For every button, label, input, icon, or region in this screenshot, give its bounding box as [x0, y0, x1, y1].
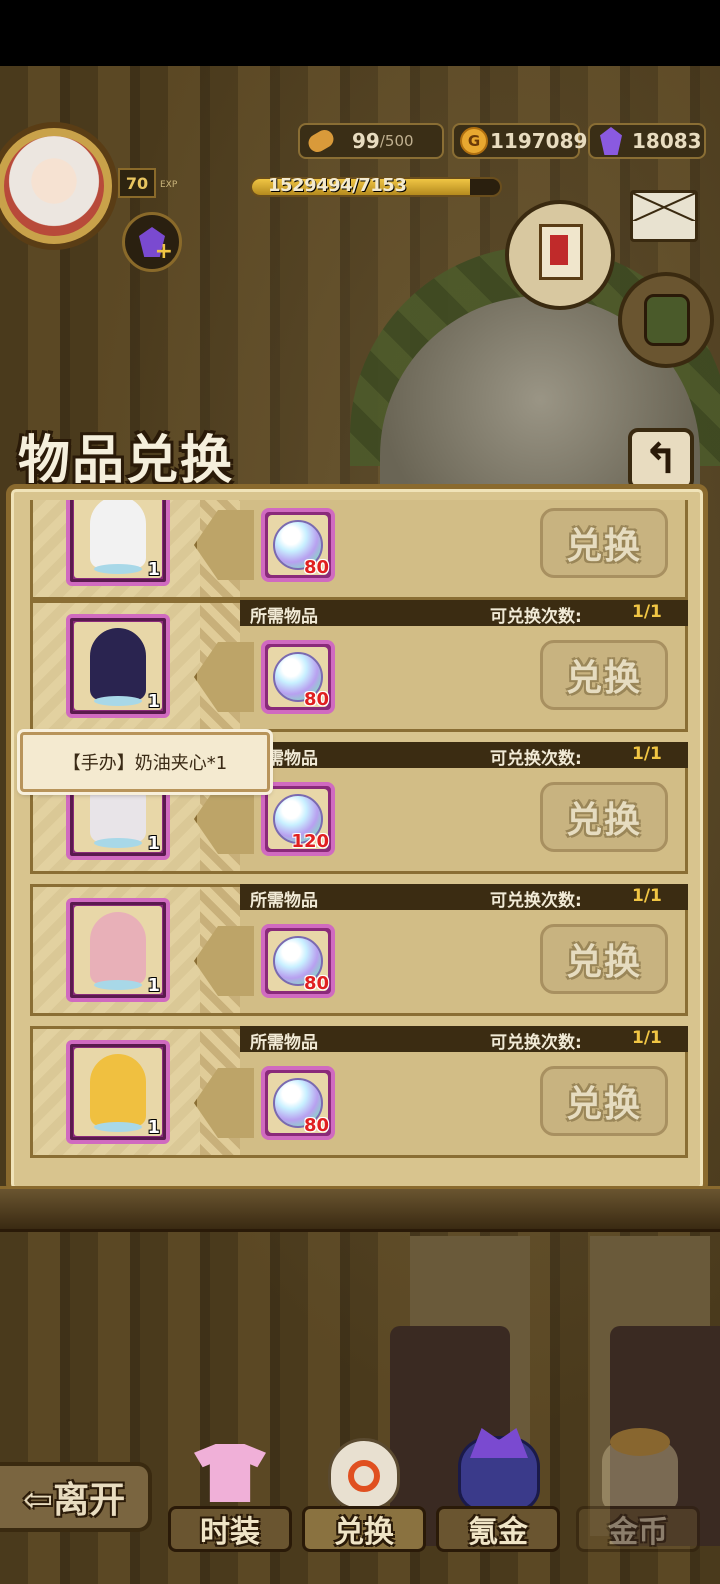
gold-value: 1197089 [490, 129, 588, 153]
bread-icon [305, 126, 337, 156]
exchange-list[interactable]: 1 80 兑换 所需物品 可兑换次数: 1/1 1 80 兑换 所需物品 可兑换… [28, 500, 692, 1166]
figure-icon [90, 1054, 146, 1126]
coin-jar-icon [588, 1420, 688, 1520]
reward-item-slot[interactable]: 1 [66, 898, 170, 1002]
exchange-count: 1/1 [632, 886, 662, 906]
gem-bag-icon [448, 1420, 548, 1520]
stamina-max: /500 [379, 132, 414, 150]
figure-icon [90, 628, 146, 700]
cost-item-slot[interactable]: 80 [261, 1066, 335, 1140]
reward-quantity: 1 [147, 1117, 160, 1138]
buy-gems-button[interactable]: + [122, 212, 182, 272]
mail-icon[interactable] [630, 190, 698, 242]
reward-quantity: 1 [147, 559, 160, 580]
required-items-label: 所需物品 [250, 1033, 318, 1053]
exp-label: EXP [160, 180, 178, 190]
reward-item-slot[interactable]: 1 [66, 614, 170, 718]
nav-exchange-label: 兑换 [302, 1506, 426, 1552]
required-items-label: 所需物品 [250, 607, 318, 627]
nav-fashion[interactable]: 时装 [162, 1420, 298, 1580]
cost-amount: 80 [303, 557, 329, 578]
cost-amount: 120 [291, 831, 329, 852]
nav-gold[interactable]: 金币 [570, 1420, 706, 1580]
cost-item-slot[interactable]: 120 [261, 782, 335, 856]
back-arrow-icon: ↰ [643, 434, 679, 483]
exchange-button[interactable]: 兑换 [540, 640, 668, 710]
cost-amount: 80 [303, 689, 329, 710]
nav-exchange[interactable]: 兑换 [296, 1420, 432, 1580]
exchange-count: 1/1 [632, 744, 662, 764]
exchange-bag-icon [314, 1420, 414, 1520]
plus-icon: + [154, 239, 173, 264]
cost-amount: 80 [303, 1115, 329, 1136]
stamina-value: 99 [352, 129, 380, 153]
status-bar-blank [0, 0, 720, 66]
figure-icon [90, 912, 146, 984]
exchange-button[interactable]: 兑换 [540, 508, 668, 578]
backpack-button[interactable] [618, 272, 714, 368]
exchange-button[interactable]: 兑换 [540, 924, 668, 994]
nav-gold-label: 金币 [576, 1506, 700, 1552]
reward-item-slot[interactable]: 1 [66, 500, 170, 586]
backpack-icon [644, 294, 690, 346]
leave-button[interactable]: ⇦离开 [0, 1462, 152, 1532]
scroll-icon [539, 224, 583, 280]
level-badge: 70 [118, 168, 156, 198]
exchange-row: 所需物品 可兑换次数: 1/1 1 80 兑换 [28, 600, 690, 732]
exchange-row: 1 80 兑换 [28, 500, 690, 600]
gem-value: 18083 [632, 129, 702, 153]
back-button[interactable]: ↰ [628, 428, 694, 490]
panel-bottom-rail [0, 1186, 720, 1232]
cost-amount: 80 [303, 973, 329, 994]
exchange-row: 所需物品 可兑换次数: 1/1 1 80 兑换 [28, 884, 690, 1016]
cost-item-slot[interactable]: 80 [261, 508, 335, 582]
exchange-count-label: 可兑换次数: [490, 1033, 582, 1053]
reward-item-slot[interactable]: 1 [66, 1040, 170, 1144]
exchange-count: 1/1 [632, 1028, 662, 1048]
exchange-button[interactable]: 兑换 [540, 1066, 668, 1136]
required-items-label: 所需物品 [250, 891, 318, 911]
exchange-count-label: 可兑换次数: [490, 891, 582, 911]
nav-fashion-label: 时装 [168, 1506, 292, 1552]
stamina-counter[interactable]: 99/500 [298, 123, 444, 159]
nav-topup[interactable]: 氪金 [430, 1420, 566, 1580]
reward-quantity: 1 [147, 975, 160, 996]
quest-scroll-button[interactable] [505, 200, 615, 310]
cost-item-slot[interactable]: 80 [261, 924, 335, 998]
exchange-row: 所需物品 可兑换次数: 1/1 1 80 兑换 [28, 1026, 690, 1158]
exp-text: 1529494/7153 [268, 175, 407, 196]
gold-coin-icon: G [460, 126, 488, 156]
figure-icon [90, 500, 146, 568]
page-title: 物品兑换 [18, 430, 235, 491]
shirt-icon [180, 1420, 280, 1520]
reward-quantity: 1 [147, 833, 160, 854]
exchange-count-label: 可兑换次数: [490, 607, 582, 627]
exchange-count: 1/1 [632, 602, 662, 622]
nav-topup-label: 氪金 [436, 1506, 560, 1552]
gem-counter[interactable]: 18083 [588, 123, 706, 159]
exchange-count-label: 可兑换次数: [490, 749, 582, 769]
exchange-button[interactable]: 兑换 [540, 782, 668, 852]
reward-quantity: 1 [147, 691, 160, 712]
gold-counter[interactable]: G 1197089 [452, 123, 587, 159]
cost-item-slot[interactable]: 80 [261, 640, 335, 714]
avatar-portrait [4, 136, 104, 236]
item-tooltip: 【手办】奶油夹心*1 [20, 732, 270, 792]
purple-gem-icon [596, 126, 626, 156]
